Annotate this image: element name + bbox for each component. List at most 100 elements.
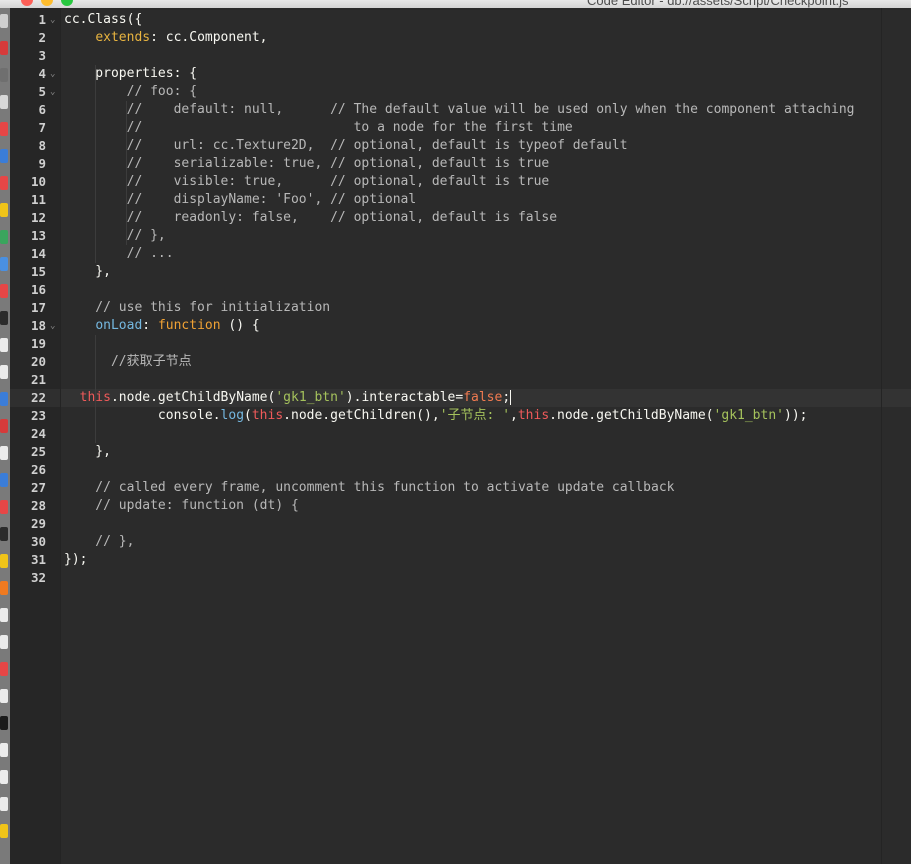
fold-toggle-icon[interactable]: ⌄ (50, 11, 55, 29)
code-line[interactable]: // default: null, // The default value w… (64, 101, 855, 119)
dock-app-icon[interactable] (0, 743, 8, 757)
dock-app-icon[interactable] (0, 635, 8, 649)
line-number: 30 (30, 534, 46, 549)
code-line[interactable]: // }, (64, 533, 134, 551)
code-line[interactable]: }, (64, 443, 111, 461)
code-line[interactable]: //获取子节点 (64, 353, 192, 371)
code-token: .node.getChildren(), (283, 408, 440, 423)
code-token: cc.Class({ (64, 12, 143, 27)
line-number: 6 (38, 102, 46, 117)
code-token: this (517, 408, 550, 423)
fold-toggle-icon[interactable]: ⌄ (50, 317, 55, 335)
code-token: // }, (64, 534, 135, 549)
line-number: 5 (38, 84, 46, 99)
line-number: 29 (30, 516, 46, 531)
code-line[interactable]: this.node.getChildByName('gk1_btn').inte… (64, 389, 512, 407)
code-line[interactable]: cc.Class({ (64, 11, 142, 29)
minimize-window-button[interactable] (41, 0, 53, 6)
line-number: 20 (30, 354, 46, 369)
code-token: }, (64, 444, 111, 459)
zoom-window-button[interactable] (61, 0, 73, 6)
code-line[interactable]: // }, (64, 227, 166, 245)
code-token: // called every frame, uncomment this fu… (64, 480, 675, 495)
indent-guide (95, 65, 97, 263)
title-bar: Code Editor - db://assets/Script/Checkpo… (0, 0, 911, 8)
close-window-button[interactable] (21, 0, 33, 6)
code-line[interactable]: onLoad: function () { (64, 317, 259, 335)
code-line[interactable]: // foo: { (64, 83, 197, 101)
line-number: 7 (38, 120, 46, 135)
code-line[interactable]: // url: cc.Texture2D, // optional, defau… (64, 137, 628, 155)
code-editor[interactable]: cc.Class({ extends: cc.Component, proper… (61, 8, 911, 864)
code-token: extends (95, 30, 151, 45)
code-token: // foo: { (64, 84, 198, 99)
code-line[interactable]: // visible: true, // optional, default i… (64, 173, 550, 191)
line-number: 8 (38, 138, 46, 153)
code-token: // visible: true, // optional, default i… (64, 174, 550, 189)
code-token: ( (244, 408, 252, 423)
code-token: // serializable: true, // optional, defa… (64, 156, 550, 171)
line-number: 4 (38, 66, 46, 81)
fold-toggle-icon[interactable]: ⌄ (50, 65, 55, 83)
line-number: 23 (30, 408, 46, 423)
line-number: 32 (30, 570, 46, 585)
line-number: 15 (30, 264, 46, 279)
code-token: // readonly: false, // optional, default… (64, 210, 558, 225)
code-token: : (142, 318, 158, 333)
code-token: console. (64, 408, 221, 423)
code-token: // use this for initialization (64, 300, 331, 315)
code-token: onLoad (95, 318, 143, 333)
code-line[interactable]: // use this for initialization (64, 299, 330, 317)
dock-app-icon[interactable] (0, 716, 8, 730)
line-number: 2 (38, 30, 46, 45)
fold-toggle-icon[interactable]: ⌄ (50, 83, 55, 101)
line-number: 13 (30, 228, 46, 243)
dock-app-icon[interactable] (0, 797, 8, 811)
code-line[interactable]: // to a node for the first time (64, 119, 573, 137)
line-number: 27 (30, 480, 46, 495)
code-line[interactable]: extends: cc.Component, (64, 29, 267, 47)
dock-app-icon[interactable] (0, 689, 8, 703)
indent-guide (126, 101, 128, 245)
line-number: 22 (30, 390, 46, 405)
line-number: 16 (30, 282, 46, 297)
code-token: )); (784, 408, 808, 423)
code-token: false (463, 390, 503, 405)
code-line[interactable]: }); (64, 551, 87, 569)
code-token: '子节点: ' (439, 408, 511, 423)
code-line[interactable]: console.log( this .node.getChildren(),'子节点… (64, 407, 808, 425)
code-token: properties: { (64, 66, 198, 81)
line-number: 25 (30, 444, 46, 459)
code-token: 'gk1_btn' (713, 408, 784, 423)
print-margin (881, 8, 882, 864)
code-token: // default: null, // The default value w… (64, 102, 855, 117)
indent-guide (95, 335, 97, 443)
code-line[interactable]: // update: function (dt) { (64, 497, 299, 515)
code-token: , (510, 408, 518, 423)
code-line[interactable]: properties: { (64, 65, 197, 83)
line-number: 12 (30, 210, 46, 225)
code-line[interactable]: // called every frame, uncomment this fu… (64, 479, 674, 497)
line-number: 18 (30, 318, 46, 333)
code-token: // displayName: 'Foo', // optional (64, 192, 417, 207)
code-token: log (220, 408, 245, 423)
line-number: 28 (30, 498, 46, 513)
dock-app-icon[interactable] (0, 608, 8, 622)
code-line[interactable]: // displayName: 'Foo', // optional (64, 191, 417, 209)
dock-app-icon[interactable] (0, 770, 8, 784)
line-number: 3 (38, 48, 46, 63)
code-token: 'gk1_btn' (275, 390, 346, 405)
code-line[interactable]: // ... (64, 245, 174, 263)
window-title: Code Editor - db://assets/Script/Checkpo… (587, 0, 849, 8)
dock-app-icon[interactable] (0, 824, 8, 838)
code-line[interactable]: // readonly: false, // optional, default… (64, 209, 557, 227)
line-number: 10 (30, 174, 46, 189)
code-token: // }, (64, 228, 166, 243)
dock-app-icon[interactable] (0, 662, 8, 676)
line-number: 11 (30, 192, 46, 207)
code-token: // url: cc.Texture2D, // optional, defau… (64, 138, 628, 153)
code-line[interactable]: }, (64, 263, 111, 281)
line-number: 14 (30, 246, 46, 261)
code-line[interactable]: // serializable: true, // optional, defa… (64, 155, 550, 173)
line-number: 9 (38, 156, 46, 171)
